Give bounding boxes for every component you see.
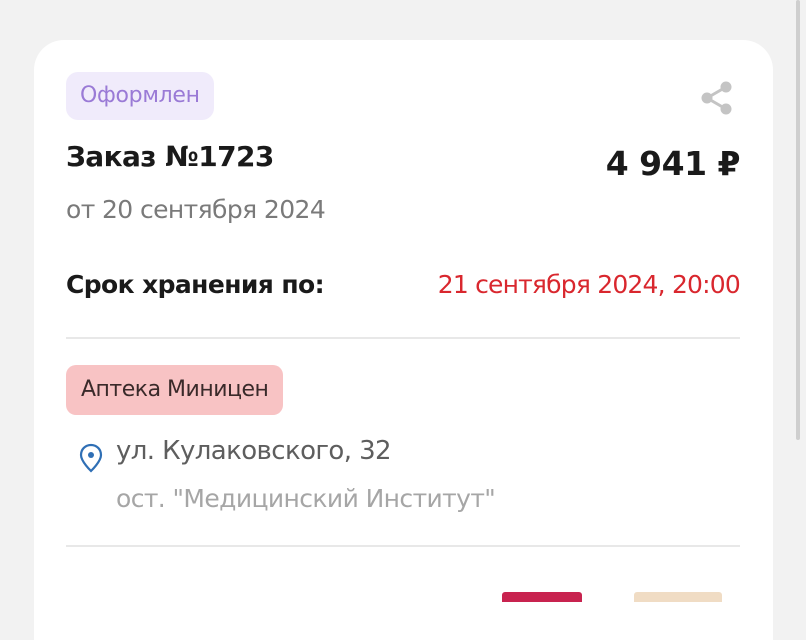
storage-deadline: 21 сентября 2024, 20:00 bbox=[437, 270, 741, 299]
storage-label: Срок хранения по: bbox=[66, 270, 325, 299]
scrollbar[interactable] bbox=[796, 0, 800, 440]
share-icon[interactable] bbox=[696, 78, 736, 118]
order-total: 4 941 ₽ bbox=[605, 144, 741, 183]
pharmacy-name-badge[interactable]: Аптека Миницен bbox=[66, 365, 284, 415]
divider bbox=[66, 545, 740, 547]
product-thumbnail[interactable] bbox=[502, 592, 582, 602]
product-thumbnail[interactable] bbox=[634, 592, 722, 602]
order-date: от 20 сентября 2024 bbox=[66, 195, 326, 224]
order-status-badge: Оформлен bbox=[66, 72, 214, 120]
pharmacy-bus-stop: ост. "Медицинский Институт" bbox=[116, 484, 496, 513]
location-pin-icon bbox=[79, 443, 103, 473]
order-title: Заказ №1723 bbox=[66, 140, 274, 173]
pharmacy-address[interactable]: ул. Кулаковского, 32 bbox=[116, 436, 392, 466]
divider bbox=[66, 337, 740, 339]
order-card: Оформлен Заказ №1723 4 941 ₽ от 20 сентя… bbox=[34, 40, 773, 640]
